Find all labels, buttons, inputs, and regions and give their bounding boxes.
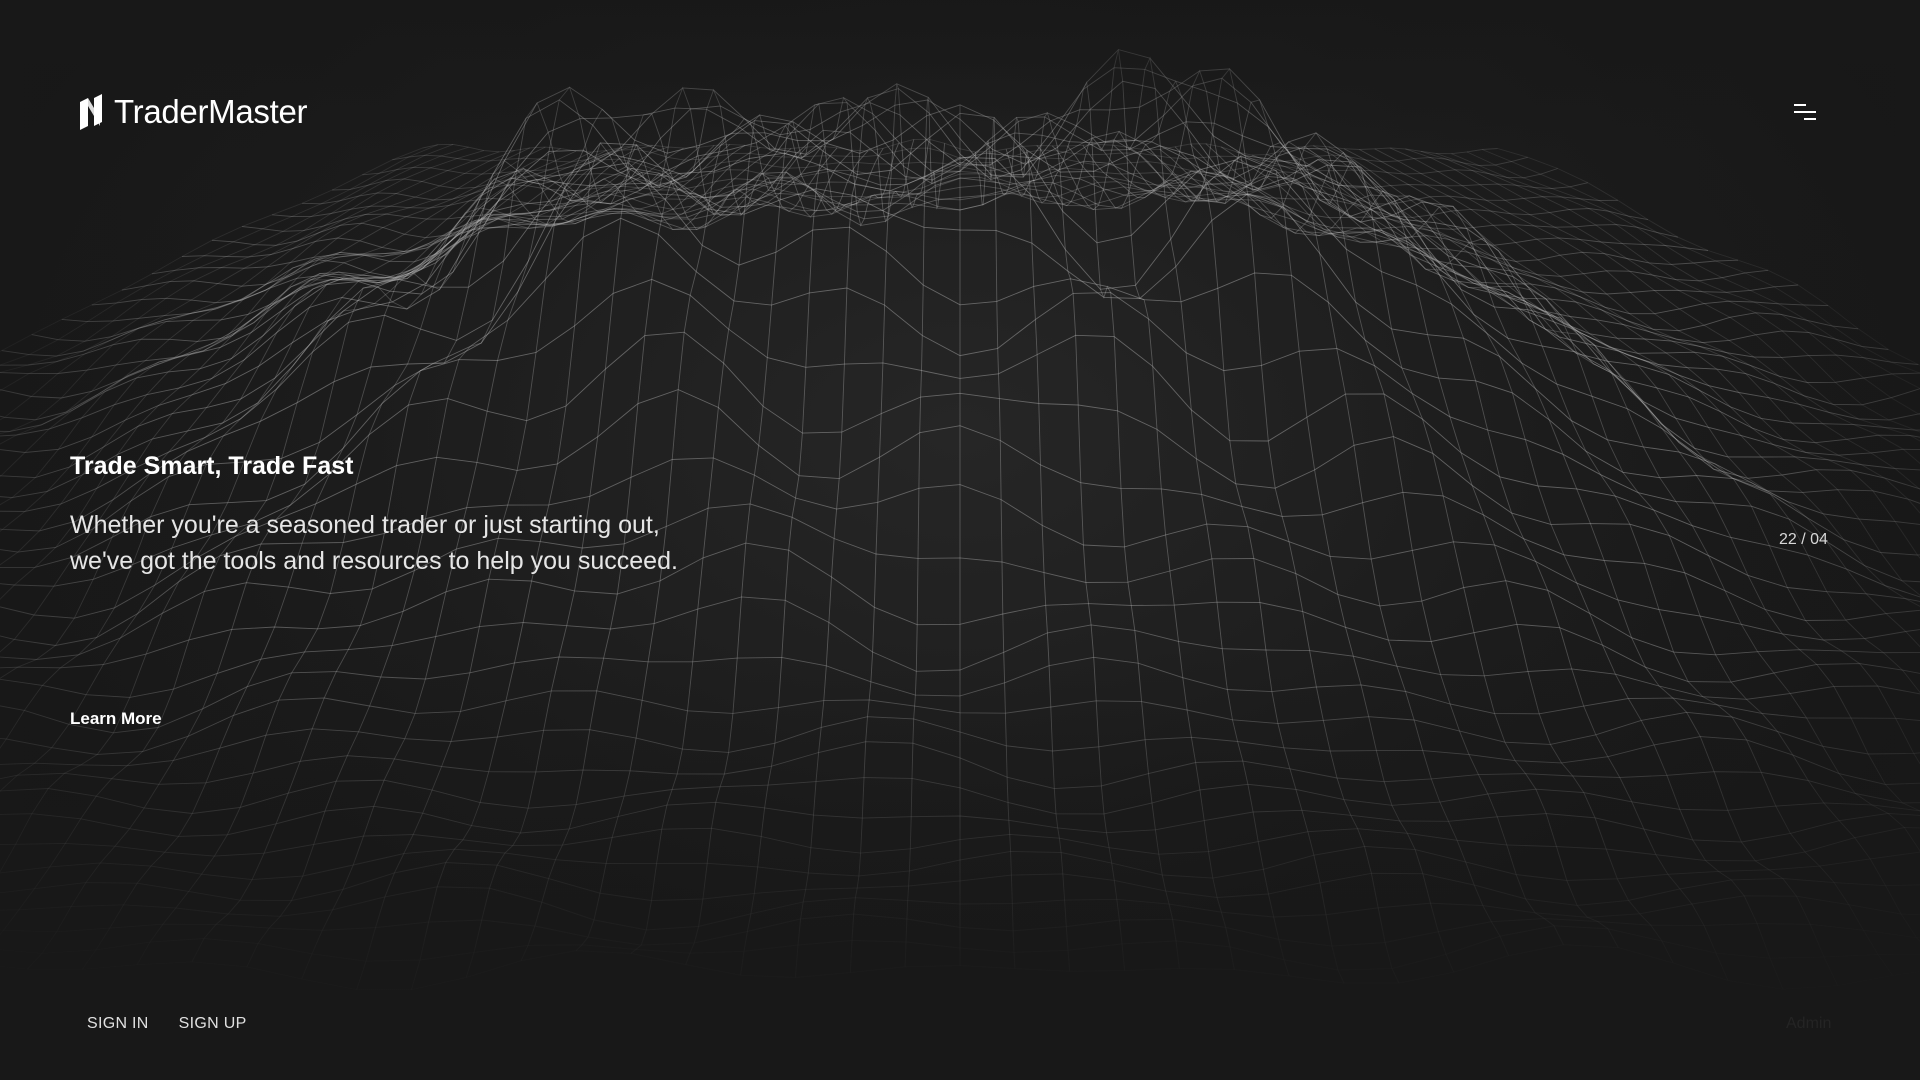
mesh-column-line bbox=[990, 117, 1071, 972]
mesh-column-line bbox=[1220, 146, 1893, 976]
mesh-column-line bbox=[1021, 80, 1180, 969]
sign-up-link[interactable]: SIGN UP bbox=[179, 1015, 247, 1033]
auth-links: SIGN IN SIGN UP bbox=[87, 1015, 247, 1033]
menu-icon[interactable] bbox=[1790, 100, 1820, 130]
tradermaster-logo-icon bbox=[80, 94, 102, 130]
menu-line-bottom bbox=[1804, 118, 1816, 120]
mesh-column-line bbox=[1297, 146, 1920, 694]
mesh-column-line bbox=[1005, 111, 1126, 971]
slide-counter: 22 / 04 bbox=[1779, 531, 1828, 548]
mesh-column-line bbox=[1313, 145, 1920, 648]
mesh-column-line bbox=[1466, 151, 1920, 390]
mesh-column-line bbox=[1328, 146, 1920, 607]
mesh-column-line bbox=[849, 83, 930, 973]
mesh-column-line bbox=[1036, 49, 1235, 970]
mesh-column-line bbox=[974, 117, 1016, 969]
admin-link[interactable]: Admin bbox=[1786, 1015, 1831, 1033]
mesh-column-line bbox=[1451, 153, 1920, 416]
mesh-column-line bbox=[1251, 154, 1920, 852]
hero-title: Trade Smart, Trade Fast bbox=[70, 452, 354, 480]
mesh-column-line bbox=[1420, 150, 1920, 442]
hero-subtitle: Whether you're a seasoned trader or just… bbox=[70, 511, 678, 575]
mesh-column-line bbox=[1128, 142, 1564, 945]
brand-logo[interactable]: TraderMaster bbox=[78, 92, 308, 132]
mesh-column-line bbox=[1113, 99, 1510, 956]
learn-more-link[interactable]: Learn More bbox=[70, 709, 162, 729]
sign-in-link[interactable]: SIGN IN bbox=[87, 1015, 149, 1033]
mesh-column-line bbox=[1436, 153, 1920, 433]
menu-line-middle bbox=[1794, 111, 1816, 113]
brand-name: TraderMaster bbox=[114, 93, 308, 130]
landing-page: TraderMaster Trade Smart, Trade Fast Whe… bbox=[0, 0, 1920, 1080]
mesh-column-line bbox=[1190, 143, 1784, 990]
hero-section: Trade Smart, Trade Fast Whether you're a… bbox=[70, 452, 790, 579]
mesh-column-line bbox=[1082, 69, 1400, 984]
menu-line-top bbox=[1794, 104, 1806, 106]
